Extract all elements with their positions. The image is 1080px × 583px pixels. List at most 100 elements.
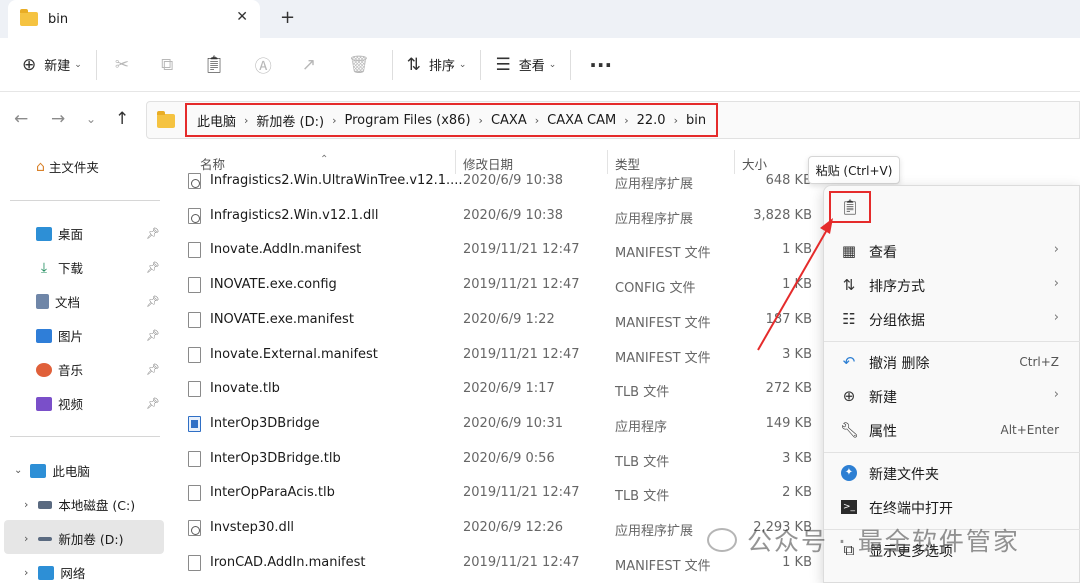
file-type: CONFIG 文件: [615, 281, 696, 297]
add-tab-icon[interactable]: +: [280, 7, 295, 28]
plus-circle-icon: ⊕: [842, 387, 856, 405]
sidebar-item-desktop[interactable]: 桌面 📌︎: [36, 224, 164, 243]
menu-item-view[interactable]: ▦ 查看 ›: [824, 234, 1080, 268]
file-size: 1 KB: [782, 277, 812, 293]
chevron-right-icon[interactable]: ›: [620, 114, 632, 127]
rename-icon[interactable]: Ⓐ: [255, 52, 272, 77]
paste-icon[interactable]: 📋︎: [203, 55, 225, 75]
breadcrumb-item[interactable]: CAXA CAM: [543, 113, 620, 128]
sidebar-item-videos[interactable]: 视频 📌︎: [36, 394, 164, 413]
copy-icon[interactable]: ⧉: [161, 55, 173, 75]
breadcrumb-item[interactable]: bin: [682, 113, 710, 128]
menu-item-properties[interactable]: 🔧︎ 属性 Alt+Enter: [824, 413, 1080, 447]
file-icon: [188, 485, 201, 502]
sidebar-item-label: 下载: [58, 261, 84, 276]
breadcrumb-item[interactable]: CAXA: [487, 113, 531, 128]
sidebar-item-drive-d[interactable]: › 新加卷 (D:): [24, 529, 123, 548]
watermark-text: 公众号 · 最全软件管家: [747, 527, 1020, 556]
view-button[interactable]: ☰ 查看 ⌄: [495, 49, 556, 81]
menu-item-label: 在终端中打开: [869, 501, 953, 517]
file-name: INOVATE.exe.config: [210, 277, 337, 293]
file-row[interactable]: InterOp3DBridge 2020/6/9 10:31 应用程序 149 KB: [166, 407, 826, 441]
drive-icon: [38, 500, 53, 509]
forward-arrow-icon[interactable]: →: [51, 109, 65, 129]
sidebar-item-network[interactable]: › 网络: [24, 563, 85, 582]
file-type: 应用程序扩展: [615, 211, 694, 227]
sidebar-item-documents[interactable]: 文档 📌︎: [36, 292, 164, 311]
chevron-right-icon[interactable]: ›: [24, 498, 28, 511]
file-row[interactable]: Inovate.tlb 2020/6/9 1:17 TLB 文件 272 KB: [166, 372, 826, 406]
file-name: Infragistics2.Win.UltraWinTree.v12.1....: [210, 173, 463, 188]
menu-item-terminal[interactable]: >_ 在终端中打开: [824, 490, 1080, 524]
chevron-right-icon[interactable]: ›: [328, 114, 340, 127]
navigation-pane: ⌂ 主文件夹 桌面 📌︎ ⤓ 下载 📌︎ 文档 📌︎ 图片 📌︎ 音乐 📌︎ 视…: [0, 148, 166, 583]
new-label: 新建: [44, 59, 71, 74]
file-type: MANIFEST 文件: [615, 350, 711, 366]
file-type: MANIFEST 文件: [615, 315, 711, 331]
menu-item-sort[interactable]: ⇅ 排序方式 ›: [824, 268, 1080, 302]
pin-icon[interactable]: 📌︎: [146, 227, 160, 240]
back-arrow-icon[interactable]: ←: [14, 109, 28, 129]
chevron-right-icon[interactable]: ›: [531, 114, 543, 127]
file-row[interactable]: Inovate.AddIn.manifest 2019/11/21 12:47 MA…: [166, 233, 826, 267]
sidebar-item-drive-c[interactable]: › 本地磁盘 (C:): [24, 495, 135, 514]
sidebar-item-downloads[interactable]: ⤓ 下载 📌︎: [36, 258, 164, 277]
chevron-down-icon[interactable]: ⌄: [14, 465, 22, 476]
menu-divider: [824, 341, 1080, 342]
file-row[interactable]: Infragistics2.Win.UltraWinTree.v12.1....…: [166, 164, 826, 198]
document-icon: [36, 294, 49, 309]
sidebar-item-this-pc[interactable]: ⌄ 此电脑: [14, 461, 90, 480]
menu-item-new[interactable]: ⊕ 新建 ›: [824, 379, 1080, 413]
cut-icon[interactable]: ✂: [115, 55, 129, 75]
breadcrumb-item[interactable]: 此电脑: [193, 111, 240, 130]
file-row[interactable]: InterOp3DBridge.tlb 2020/6/9 0:56 TLB 文件 3 …: [166, 442, 826, 476]
menu-item-new-folder[interactable]: ✦ 新建文件夹: [824, 456, 1080, 490]
menu-item-undo[interactable]: ↶ 撤消 删除 Ctrl+Z: [824, 345, 1080, 379]
pin-icon[interactable]: 📌︎: [146, 329, 160, 342]
chevron-down-icon: ⌄: [458, 59, 467, 70]
recent-chevron-icon[interactable]: ⌄: [86, 112, 96, 126]
chevron-right-icon[interactable]: ›: [475, 114, 487, 127]
up-arrow-icon[interactable]: ↑: [115, 109, 129, 129]
chevron-right-icon: ›: [1053, 387, 1059, 402]
chevron-right-icon[interactable]: ›: [24, 532, 28, 545]
new-button[interactable]: ⊕ 新建 ⌄: [22, 49, 82, 81]
sidebar-item-label: 音乐: [58, 363, 84, 378]
sidebar-item-pictures[interactable]: 图片 📌︎: [36, 326, 164, 345]
file-name: Inovate.External.manifest: [210, 346, 378, 362]
pin-icon[interactable]: 📌︎: [146, 261, 160, 274]
file-row[interactable]: Inovate.External.manifest 2019/11/21 12:4…: [166, 338, 826, 372]
chevron-right-icon[interactable]: ›: [24, 566, 28, 579]
breadcrumb-item[interactable]: 新加卷 (D:): [252, 111, 328, 130]
breadcrumb-item[interactable]: 22.0: [633, 113, 670, 128]
chevron-right-icon[interactable]: ›: [240, 114, 252, 127]
file-date: 2019/11/21 12:47: [463, 277, 580, 293]
file-name: Infragistics2.Win.v12.1.dll: [210, 207, 379, 223]
file-row[interactable]: INOVATE.exe.config 2019/11/21 12:47 CONFIG…: [166, 268, 826, 302]
share-icon[interactable]: ↗: [302, 55, 316, 75]
paste-button[interactable]: 📋︎: [829, 191, 871, 223]
view-label: 查看: [518, 59, 545, 74]
chevron-down-icon: ⌄: [548, 59, 557, 70]
pin-icon[interactable]: 📌︎: [146, 295, 160, 308]
sidebar-item-music[interactable]: 音乐 📌︎: [36, 360, 164, 379]
pin-icon[interactable]: 📌︎: [146, 363, 160, 376]
file-date: 2019/11/21 12:47: [463, 485, 580, 501]
file-row[interactable]: INOVATE.exe.manifest 2020/6/9 1:22 MANIFES…: [166, 303, 826, 337]
chevron-right-icon[interactable]: ›: [670, 114, 682, 127]
sidebar-item-home[interactable]: ⌂ 主文件夹: [36, 157, 99, 176]
close-icon[interactable]: ✕: [236, 9, 248, 25]
pin-icon[interactable]: 📌︎: [146, 397, 160, 410]
file-row[interactable]: Infragistics2.Win.v12.1.dll 2020/6/9 10:3…: [166, 199, 826, 233]
file-icon: [188, 381, 201, 398]
file-date: 2020/6/9 1:22: [463, 311, 555, 327]
more-icon[interactable]: ···: [589, 53, 612, 77]
file-type: 应用程序扩展: [615, 177, 694, 192]
delete-icon[interactable]: 🗑︎: [348, 55, 370, 75]
breadcrumb-item[interactable]: Program Files (x86): [341, 113, 475, 128]
sort-button[interactable]: ⇅ 排序 ⌄: [407, 49, 467, 81]
tab-bin[interactable]: bin ✕: [8, 0, 260, 38]
address-bar[interactable]: 此电脑 › 新加卷 (D:) › Program Files (x86) › CAXA…: [146, 101, 1080, 139]
menu-item-group[interactable]: ☷ 分组依据 ›: [824, 302, 1080, 336]
file-row[interactable]: InterOpParaAcis.tlb 2019/11/21 12:47 TLB 文…: [166, 476, 826, 510]
